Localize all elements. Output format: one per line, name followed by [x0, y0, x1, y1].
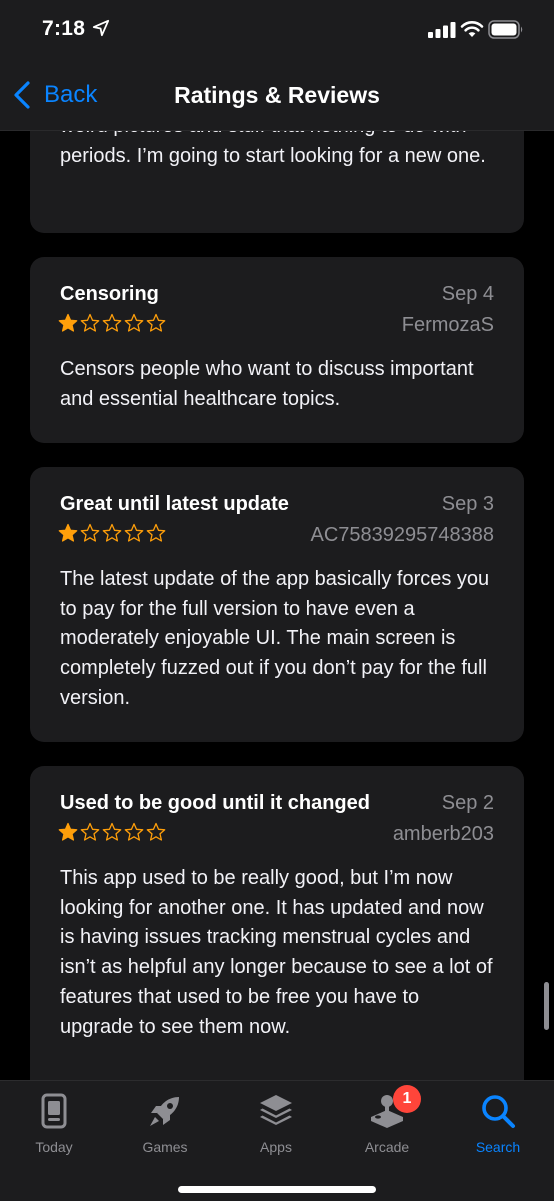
tab-label: Search [475, 1139, 521, 1155]
today-icon [41, 1093, 67, 1129]
review-date: Sep 3 [441, 493, 494, 515]
tab-label: Games [142, 1139, 188, 1155]
home-indicator [178, 1186, 376, 1193]
review-date: Sep 4 [441, 283, 494, 305]
battery-icon [488, 20, 523, 39]
tab-bar: Today Games Apps 1 Arcade Search [0, 1080, 554, 1201]
star-empty-icon [80, 822, 100, 841]
star-empty-icon [124, 523, 144, 542]
star-filled-icon [58, 313, 78, 332]
wifi-icon [460, 21, 484, 37]
review-title: Great until latest update [60, 493, 289, 515]
review-author: FermozaS [401, 314, 494, 336]
star-filled-icon [58, 822, 78, 841]
star-rating [58, 822, 166, 842]
star-empty-icon [124, 313, 144, 332]
search-icon [482, 1095, 515, 1128]
star-empty-icon [80, 523, 100, 542]
star-filled-icon [58, 523, 78, 542]
star-empty-icon [80, 313, 100, 332]
review-title: Censoring [60, 283, 159, 305]
location-arrow-icon [92, 19, 110, 37]
tab-label: Apps [260, 1139, 292, 1155]
navigation-bar: Back Ratings & Reviews [0, 62, 554, 131]
review-author: amberb203 [392, 823, 494, 845]
page-title: Ratings & Reviews [174, 82, 380, 108]
tab-games[interactable]: Games [120, 1091, 210, 1155]
tab-arcade[interactable]: 1 Arcade [342, 1085, 432, 1155]
review-card[interactable]: Censoring Sep 4 FermozaS Censors people … [30, 257, 524, 443]
tab-label: Today [35, 1139, 73, 1155]
tab-search[interactable]: Search [453, 1091, 543, 1155]
star-rating [58, 313, 166, 333]
tab-today[interactable]: Today [9, 1091, 99, 1155]
review-body: This app used to be really good, but I’m… [60, 867, 493, 1038]
reviews-list[interactable]: weird pictures and stuff that nothing to… [0, 0, 554, 1200]
review-card[interactable]: Great until latest update Sep 3 AC758392… [30, 467, 524, 742]
star-rating [58, 523, 166, 543]
star-empty-icon [146, 313, 166, 332]
review-body: The latest update of the app basically f… [60, 568, 490, 709]
apps-stack-icon [260, 1095, 292, 1125]
review-card[interactable]: Used to be good until it changed Sep 2 a… [30, 766, 524, 1106]
cellular-signal-icon [428, 22, 456, 38]
review-author: AC75839295748388 [310, 524, 494, 546]
star-empty-icon [124, 822, 144, 841]
star-empty-icon [146, 822, 166, 841]
star-empty-icon [102, 313, 122, 332]
review-body: Censors people who want to discuss impor… [60, 358, 474, 410]
status-time: 7:18 [42, 17, 86, 40]
tab-apps[interactable]: Apps [231, 1091, 321, 1155]
notification-badge: 1 [393, 1085, 421, 1113]
status-bar: 7:18 [0, 0, 554, 62]
star-empty-icon [102, 822, 122, 841]
star-empty-icon [146, 523, 166, 542]
tab-label: Arcade [364, 1139, 410, 1155]
star-empty-icon [102, 523, 122, 542]
review-title: Used to be good until it changed [60, 792, 370, 814]
review-date: Sep 2 [441, 792, 494, 814]
rocket-icon [150, 1097, 179, 1126]
scroll-indicator[interactable] [544, 982, 549, 1030]
